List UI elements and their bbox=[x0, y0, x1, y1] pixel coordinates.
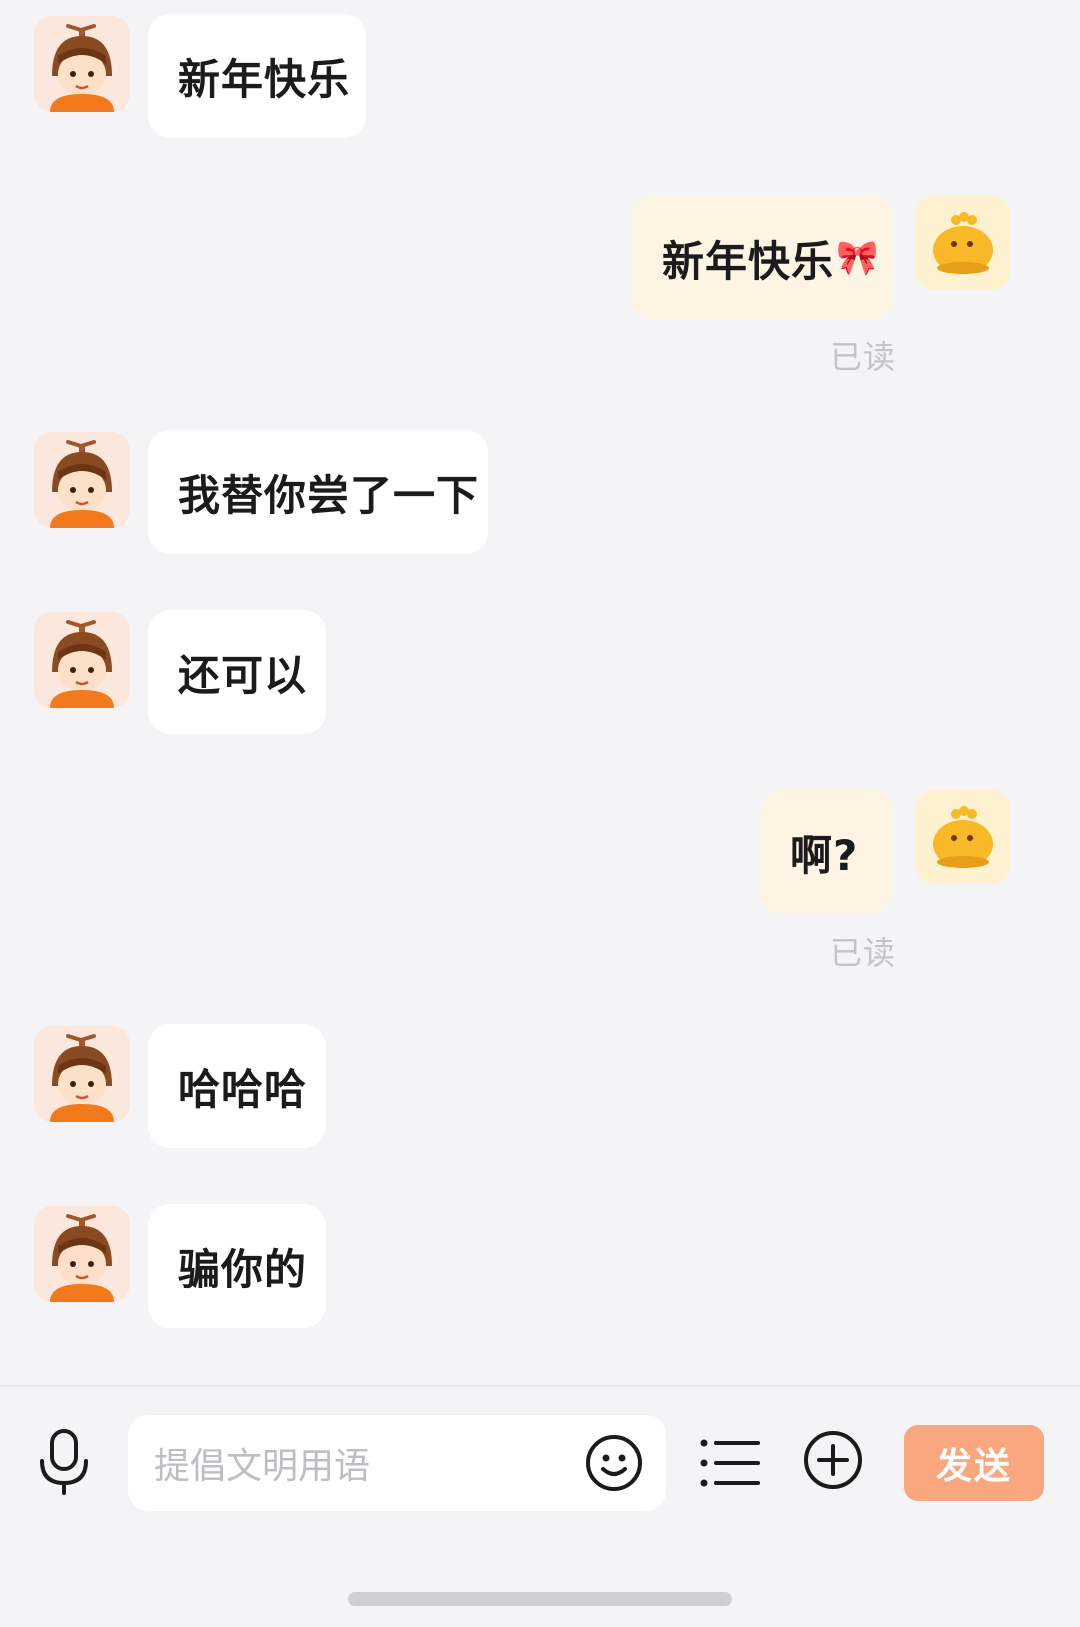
message-bubble-outgoing[interactable]: 新年快乐 🎀 bbox=[632, 196, 892, 320]
yellow-chick-avatar-icon bbox=[916, 790, 1010, 884]
read-receipt: 已读 bbox=[830, 934, 897, 972]
bot-avatar[interactable] bbox=[34, 1026, 130, 1122]
message-text: 哈哈哈 bbox=[178, 1064, 308, 1114]
smiley-icon[interactable] bbox=[584, 1433, 644, 1493]
message-bubble-incoming[interactable]: 新年快乐 bbox=[148, 14, 366, 138]
self-avatar[interactable] bbox=[916, 790, 1010, 884]
message-input-placeholder: 提倡文明用语 bbox=[154, 1446, 371, 1487]
self-avatar[interactable] bbox=[916, 196, 1010, 290]
helmet-kid-avatar-icon bbox=[34, 432, 130, 528]
message-bubble-incoming[interactable]: 骗你的 bbox=[148, 1204, 326, 1328]
message-bubble-incoming[interactable]: 我替你尝了一下 bbox=[148, 430, 488, 554]
bot-avatar[interactable] bbox=[34, 432, 130, 528]
bot-avatar[interactable] bbox=[34, 612, 130, 708]
message-text: 骗你的 bbox=[178, 1244, 308, 1294]
message-text: 我替你尝了一下 bbox=[178, 470, 480, 520]
yellow-chick-avatar-icon bbox=[916, 196, 1010, 290]
message-bubble-incoming[interactable]: 哈哈哈 bbox=[148, 1024, 326, 1148]
microphone-icon[interactable] bbox=[32, 1425, 96, 1497]
message-text: 啊? bbox=[790, 830, 859, 880]
ribbon-emoji: 🎀 bbox=[836, 238, 880, 278]
list-icon[interactable] bbox=[698, 1433, 762, 1493]
bot-avatar[interactable] bbox=[34, 16, 130, 112]
helmet-kid-avatar-icon bbox=[34, 1206, 130, 1302]
plus-circle-icon[interactable] bbox=[802, 1429, 864, 1491]
read-receipt: 已读 bbox=[830, 338, 897, 376]
chat-messages: 新年快乐 新年快乐 🎀 已读 我替你尝了一下 还可以 啊? 已读 哈哈哈 骗你的 bbox=[0, 0, 1080, 1385]
message-text: 还可以 bbox=[178, 650, 308, 700]
helmet-kid-avatar-icon bbox=[34, 1026, 130, 1122]
message-bubble-incoming[interactable]: 还可以 bbox=[148, 610, 326, 734]
bot-avatar[interactable] bbox=[34, 1206, 130, 1302]
message-bubble-outgoing[interactable]: 啊? bbox=[760, 790, 892, 914]
home-indicator[interactable] bbox=[348, 1592, 732, 1606]
message-text: 新年快乐 bbox=[178, 54, 351, 104]
helmet-kid-avatar-icon bbox=[34, 612, 130, 708]
send-button[interactable]: 发送 bbox=[904, 1425, 1044, 1501]
message-text: 新年快乐 bbox=[662, 236, 835, 286]
helmet-kid-avatar-icon bbox=[34, 16, 130, 112]
composer-divider bbox=[0, 1385, 1080, 1387]
